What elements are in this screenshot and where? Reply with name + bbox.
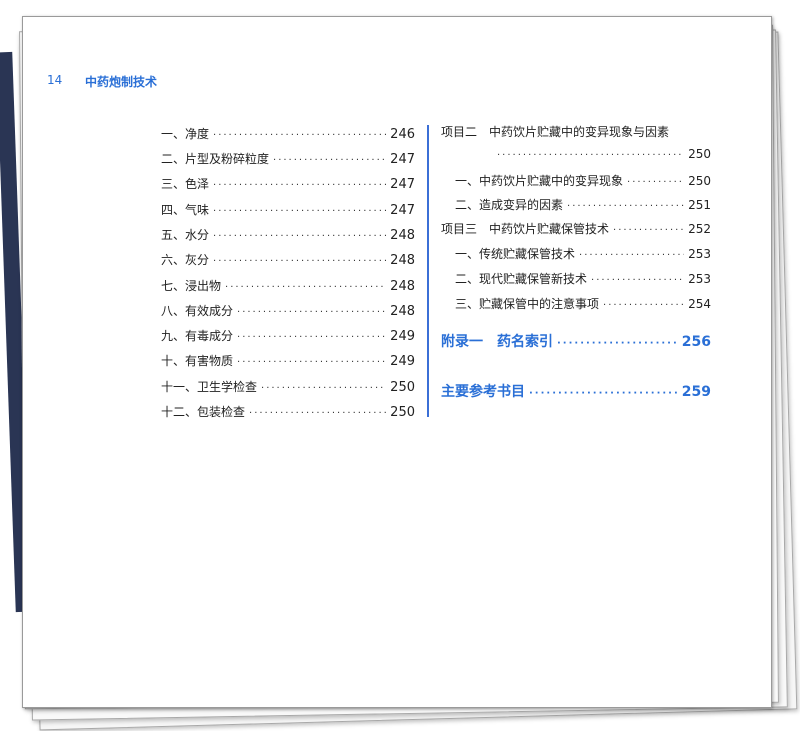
toc-entry: 四、气味247 [161,201,415,218]
toc-project-heading: 项目二 中药饮片贮藏中的变异现象与因素 [441,125,670,139]
toc-entry: 二、造成变异的因素251 [455,196,711,213]
leader-dots [213,231,386,242]
leader-dots [237,307,386,318]
leader-dots [613,225,684,236]
toc-entry: 十、有害物质249 [161,352,415,369]
leader-dots [529,388,678,399]
toc-references-heading: 主要参考书目259 [441,381,711,401]
toc-entry: 一、中药饮片贮藏中的变异现象250 [455,172,711,189]
leader-dots [579,250,684,261]
toc-project-heading: 项目三 中药饮片贮藏保管技术252 [441,220,711,237]
leader-dots [213,130,386,141]
toc-page: 14 中药炮制技术 一、净度246 二、片型及粉碎粒度247 三、色泽247 四… [22,16,772,708]
leader-dots [591,275,684,286]
toc-entry: 十二、包装检查250 [161,403,415,420]
toc-entry: 五、水分248 [161,226,415,243]
leader-dots [237,357,386,368]
leader-dots [603,300,684,311]
toc-entry: 二、现代贮藏保管新技术253 [455,270,711,287]
leader-dots [237,332,386,343]
leader-dots [497,150,684,161]
leader-dots [225,282,386,293]
toc-entry: 三、色泽247 [161,175,415,192]
toc-entry: 九、有毒成分249 [161,327,415,344]
toc-project-page-line: 250 [493,147,711,161]
leader-dots [627,177,684,188]
leader-dots [213,206,386,217]
toc-entry: 一、净度246 [161,125,415,142]
toc-entry: 八、有效成分248 [161,302,415,319]
toc-entry: 六、灰分248 [161,251,415,268]
toc-entry: 二、片型及粉碎粒度247 [161,150,415,167]
column-divider [427,125,429,417]
leader-dots [213,180,386,191]
running-header-title: 中药炮制技术 [85,75,158,89]
toc-entry: 十一、卫生学检查250 [161,378,415,395]
leader-dots [261,383,386,394]
page-number: 14 [47,73,63,87]
leader-dots [557,338,678,349]
leader-dots [213,256,386,267]
leader-dots [273,155,386,166]
toc-entry: 一、传统贮藏保管技术253 [455,245,711,262]
leader-dots [567,201,684,212]
toc-entry: 三、贮藏保管中的注意事项254 [455,295,711,312]
toc-appendix-heading: 附录一 药名索引256 [441,331,711,351]
leader-dots [249,408,386,419]
toc-entry: 七、浸出物248 [161,277,415,294]
